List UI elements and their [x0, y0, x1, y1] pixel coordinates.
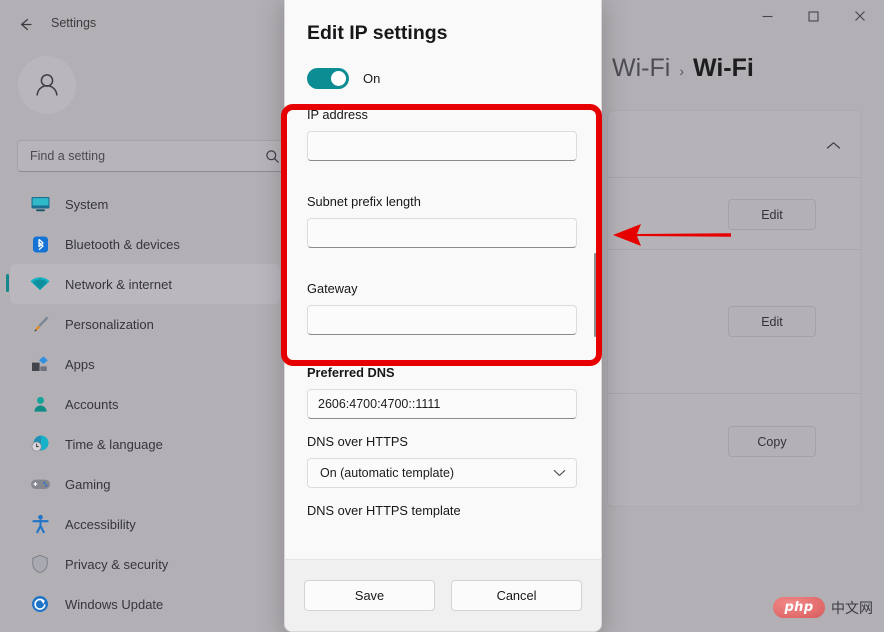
subnet-prefix-length-input[interactable] — [307, 218, 577, 248]
breadcrumb-separator: › — [679, 63, 684, 79]
chevron-down-icon — [553, 466, 566, 480]
close-button[interactable] — [836, 0, 884, 32]
sidebar-item-privacy-security[interactable]: Privacy & security — [10, 544, 280, 584]
screen-root: Settings Find a setting System Bluetooth… — [0, 0, 884, 632]
sidebar-item-gaming[interactable]: Gaming — [10, 464, 280, 504]
save-button[interactable]: Save — [304, 580, 435, 611]
field-label: DNS over HTTPS — [307, 434, 408, 449]
sidebar-item-accessibility[interactable]: Accessibility — [10, 504, 280, 544]
dialog-scrollbar[interactable] — [594, 253, 597, 337]
ip-settings-toggle-row: On — [307, 68, 380, 89]
field-dns-over-https-template: DNS over HTTPS template — [307, 503, 577, 527]
sidebar-item-windows-update[interactable]: Windows Update — [10, 584, 280, 624]
search-icon — [266, 149, 279, 163]
field-label: DNS over HTTPS template — [307, 503, 461, 518]
watermark-text: 中文网 — [831, 600, 873, 617]
settings-card: Edit Edit Copy — [607, 110, 861, 507]
php-logo-icon: php — [773, 597, 825, 618]
window-controls — [744, 0, 884, 32]
field-label: Subnet prefix length — [307, 194, 421, 209]
sidebar-item-accounts[interactable]: Accounts — [10, 384, 280, 424]
sidebar-item-label: Accounts — [65, 396, 119, 412]
gamepad-icon — [28, 473, 52, 495]
sidebar-item-label: Accessibility — [65, 516, 136, 532]
field-label: IP address — [307, 107, 368, 122]
edit-button-ip-assignment[interactable]: Edit — [728, 199, 816, 230]
page-title: Wi-Fi — [692, 54, 754, 82]
sidebar-item-label: System — [65, 196, 109, 212]
sidebar-item-label: Network & internet — [65, 276, 172, 292]
breadcrumb-parent[interactable]: Wi-Fi — [612, 54, 670, 83]
close-icon — [855, 11, 865, 21]
sidebar-item-label: Personalization — [65, 316, 154, 332]
search-input[interactable]: Find a setting — [17, 140, 289, 172]
dns-over-https-select[interactable]: On (automatic template) — [307, 458, 577, 488]
app-title: Settings — [51, 16, 97, 30]
edit-ip-settings-dialog: Edit IP settings On IP address Subnet pr… — [284, 0, 602, 632]
monitor-icon — [28, 193, 52, 215]
gateway-input[interactable] — [307, 305, 577, 335]
cancel-button[interactable]: Cancel — [451, 580, 582, 611]
shield-icon — [28, 553, 52, 575]
chevron-up-icon[interactable] — [826, 137, 841, 155]
dns-over-https-value: On (automatic template) — [320, 466, 455, 480]
watermark: php 中文网 — [773, 597, 873, 618]
maximize-icon — [807, 10, 819, 22]
sidebar-item-label: Privacy & security — [65, 556, 169, 572]
dialog-title: Edit IP settings — [307, 22, 448, 44]
field-dns-over-https: DNS over HTTPS On (automatic template) — [307, 434, 577, 488]
field-label: Gateway — [307, 281, 358, 296]
sidebar-item-label: Gaming — [65, 476, 111, 492]
card-row-properties: Copy — [608, 394, 860, 506]
sidebar-item-network-internet[interactable]: Network & internet — [6, 264, 280, 304]
toggle-knob — [331, 71, 346, 86]
accessibility-icon — [28, 513, 52, 535]
dialog-footer: Save Cancel — [285, 559, 601, 631]
avatar[interactable] — [18, 56, 76, 114]
minimize-icon — [762, 15, 772, 17]
minimize-button[interactable] — [744, 0, 790, 32]
account-icon — [28, 393, 52, 415]
card-row-dns-assignment: Edit — [608, 250, 860, 394]
sidebar-item-label: Apps — [65, 356, 95, 372]
sidebar-nav: System Bluetooth & devices Network & int… — [6, 184, 290, 624]
back-button[interactable] — [10, 10, 40, 38]
ip-address-input[interactable] — [307, 131, 577, 161]
search-placeholder: Find a setting — [30, 149, 106, 163]
card-row-expandable[interactable] — [608, 111, 860, 178]
dialog-body: IP address Subnet prefix length Gateway … — [285, 97, 601, 559]
dialog-header: Edit IP settings On — [285, 0, 601, 97]
field-preferred-dns: Preferred DNS 2606:4700:4700::1111 — [307, 365, 577, 419]
field-ip-address: IP address — [307, 107, 577, 161]
sidebar-item-personalization[interactable]: Personalization — [10, 304, 280, 344]
sidebar-item-time-language[interactable]: Time & language — [10, 424, 280, 464]
field-subnet-prefix-length: Subnet prefix length — [307, 194, 577, 248]
person-avatar-icon — [36, 74, 58, 96]
sidebar-item-system[interactable]: System — [10, 184, 280, 224]
card-row-ip-assignment: Edit — [608, 178, 860, 250]
arrow-left-icon — [20, 18, 32, 30]
field-label: Preferred DNS — [307, 365, 395, 380]
preferred-dns-input[interactable]: 2606:4700:4700::1111 — [307, 389, 577, 419]
content-area: Wi-Fi › Wi-Fi Edit Edit Copy php 中文网 — [600, 46, 884, 632]
paintbrush-icon — [28, 313, 52, 335]
breadcrumb: Wi-Fi › Wi-Fi — [612, 54, 754, 83]
copy-button[interactable]: Copy — [728, 426, 816, 457]
sidebar-item-label: Bluetooth & devices — [65, 236, 180, 252]
sidebar-item-bluetooth-devices[interactable]: Bluetooth & devices — [10, 224, 280, 264]
ip-settings-toggle[interactable] — [307, 68, 349, 89]
update-refresh-icon — [28, 593, 52, 615]
apps-icon — [28, 353, 52, 375]
edit-button-dns-assignment[interactable]: Edit — [728, 306, 816, 337]
clock-globe-icon — [28, 433, 52, 455]
maximize-button[interactable] — [790, 0, 836, 32]
sidebar-item-label: Time & language — [65, 436, 163, 452]
sidebar: Find a setting System Bluetooth & device… — [0, 46, 290, 632]
sidebar-item-apps[interactable]: Apps — [10, 344, 280, 384]
toggle-state-label: On — [363, 71, 381, 86]
bluetooth-icon — [28, 233, 52, 255]
sidebar-item-label: Windows Update — [65, 596, 164, 612]
wifi-icon — [28, 273, 52, 295]
field-gateway: Gateway — [307, 281, 577, 335]
